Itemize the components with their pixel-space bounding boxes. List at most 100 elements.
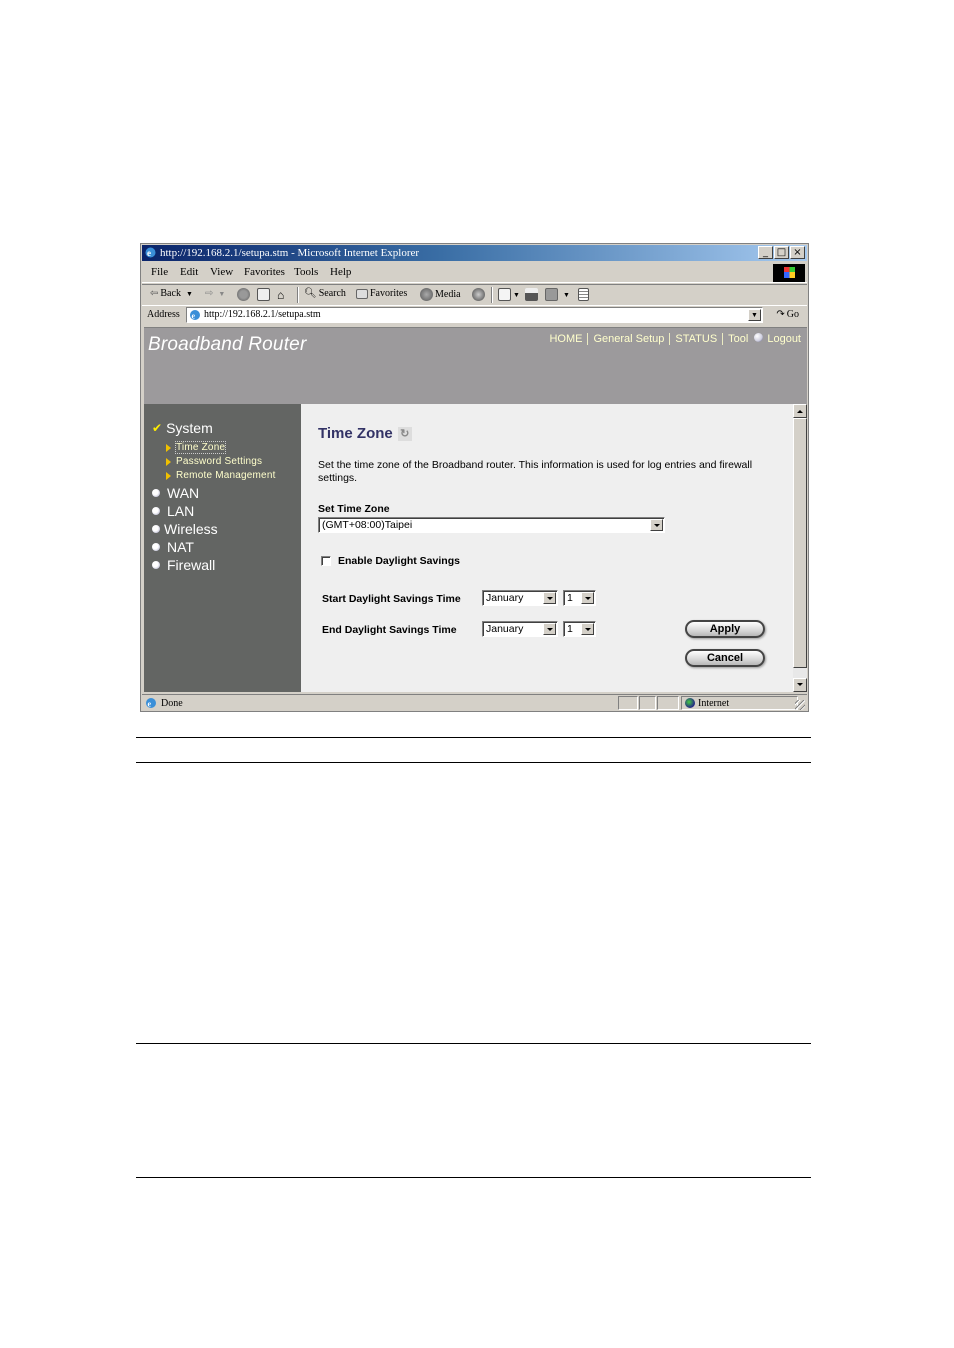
- bullet-icon: [152, 525, 160, 533]
- start-month-select[interactable]: January: [482, 590, 558, 606]
- menu-help[interactable]: Help: [330, 266, 351, 278]
- apply-button[interactable]: Apply: [685, 620, 765, 638]
- divider-line: [136, 1043, 811, 1044]
- brand-title: Broadband Router: [148, 334, 307, 355]
- menu-tools[interactable]: Tools: [294, 266, 318, 278]
- bullet-icon: [152, 489, 160, 497]
- router-header: Broadband Router HOME General Setup STAT…: [144, 328, 807, 404]
- menu-file[interactable]: File: [151, 266, 168, 278]
- ie-logo-icon: e: [145, 247, 156, 258]
- maximize-button[interactable]: □: [774, 246, 789, 259]
- bullet-icon: [152, 561, 160, 569]
- media-button[interactable]: Media: [420, 288, 461, 301]
- svg-text:e: e: [148, 700, 152, 709]
- sidebar-subitem-password-settings[interactable]: Password Settings: [166, 456, 262, 467]
- end-daylight-label: End Daylight Savings Time: [322, 624, 457, 636]
- daylight-savings-checkbox[interactable]: [321, 556, 331, 566]
- nav-logout[interactable]: Logout: [767, 333, 801, 345]
- end-day-select[interactable]: 1: [563, 621, 596, 637]
- back-button[interactable]: ⇦ Back ▼: [150, 288, 193, 299]
- page-title: Time Zone ↻: [318, 425, 412, 442]
- sidebar-item-nat[interactable]: NAT: [152, 539, 194, 555]
- home-icon: ⌂: [277, 288, 285, 302]
- history-icon: [472, 288, 485, 301]
- print-button[interactable]: [525, 288, 538, 301]
- refresh-button[interactable]: [257, 288, 270, 301]
- menu-view[interactable]: View: [210, 266, 233, 278]
- mail-button[interactable]: ▼: [498, 288, 520, 301]
- close-button[interactable]: ×: [790, 246, 805, 259]
- time-zone-label: Set Time Zone: [318, 503, 390, 515]
- time-zone-select[interactable]: (GMT+08:00)Taipei: [318, 517, 665, 533]
- dropdown-arrow-icon: ▼: [218, 289, 226, 298]
- search-button[interactable]: 🔍︎ Search: [304, 288, 346, 299]
- triangle-right-icon: [166, 443, 171, 452]
- sidebar-item-wireless[interactable]: Wireless: [152, 521, 218, 537]
- sidebar-subitem-time-zone[interactable]: Time Zone: [166, 441, 227, 454]
- minimize-button[interactable]: _: [758, 246, 773, 259]
- end-month-select[interactable]: January: [482, 621, 558, 637]
- stop-icon: [237, 288, 250, 301]
- forward-button[interactable]: ⇨ ▼: [205, 288, 225, 299]
- chevron-down-icon: [543, 592, 556, 604]
- home-button[interactable]: ⌂: [277, 288, 284, 303]
- sidebar-item-lan[interactable]: LAN: [152, 503, 194, 519]
- media-icon: [420, 288, 433, 301]
- vertical-scrollbar[interactable]: [793, 404, 807, 692]
- svg-text:e: e: [147, 248, 151, 258]
- nav-general-setup[interactable]: General Setup: [593, 333, 664, 345]
- address-value: http://192.168.2.1/setupa.stm: [204, 309, 321, 320]
- browser-window: e http://192.168.2.1/setupa.stm - Micros…: [140, 243, 809, 712]
- status-text: Done: [161, 697, 183, 709]
- edit-icon: [545, 288, 558, 301]
- discuss-button[interactable]: [578, 288, 589, 301]
- go-button[interactable]: ↷ Go: [776, 309, 799, 320]
- start-daylight-label: Start Daylight Savings Time: [322, 593, 461, 605]
- nav-home[interactable]: HOME: [549, 333, 582, 345]
- sidebar-item-system[interactable]: ✔ System: [152, 420, 213, 436]
- menu-edit[interactable]: Edit: [180, 266, 198, 278]
- windows-logo-icon: [773, 264, 805, 282]
- address-bar: Address e http://192.168.2.1/setupa.stm …: [142, 305, 807, 325]
- standard-toolbar: ⇦ Back ▼ ⇨ ▼ ⌂ 🔍︎ Search Favorites Media…: [142, 284, 807, 306]
- history-button[interactable]: [472, 288, 485, 301]
- scroll-thumb[interactable]: [793, 418, 807, 668]
- back-arrow-icon: ⇦: [150, 288, 159, 299]
- triangle-right-icon: [166, 457, 171, 466]
- page-done-icon: e: [146, 698, 156, 709]
- refresh-icon: [257, 288, 270, 301]
- dropdown-arrow-icon: ▼: [185, 289, 193, 298]
- address-dropdown-button[interactable]: ▼: [748, 309, 761, 321]
- sidebar-item-wan[interactable]: WAN: [152, 485, 199, 501]
- nav-status[interactable]: STATUS: [675, 333, 717, 345]
- status-bar: e Done Internet: [142, 694, 807, 712]
- edit-button[interactable]: ▼: [545, 288, 570, 301]
- print-icon: [525, 288, 538, 301]
- daylight-savings-toggle[interactable]: Enable Daylight Savings: [321, 555, 460, 567]
- sidebar-item-firewall[interactable]: Firewall: [152, 557, 215, 573]
- help-icon[interactable]: ↻: [397, 426, 412, 441]
- address-input[interactable]: e http://192.168.2.1/setupa.stm ▼: [186, 307, 763, 323]
- scroll-down-button[interactable]: [793, 678, 807, 692]
- chevron-down-icon: [650, 519, 663, 531]
- sidebar-subitem-remote-management[interactable]: Remote Management: [166, 470, 276, 481]
- menu-favorites[interactable]: Favorites: [244, 266, 285, 278]
- favorites-icon: [356, 288, 368, 299]
- bullet-icon: [152, 543, 160, 551]
- resize-grip[interactable]: [795, 700, 805, 710]
- stop-button[interactable]: [237, 288, 250, 301]
- svg-text:e: e: [192, 312, 196, 321]
- scroll-up-button[interactable]: [793, 404, 807, 418]
- favorites-button[interactable]: Favorites: [356, 288, 407, 299]
- search-icon: 🔍︎: [304, 288, 317, 299]
- chevron-down-icon: [581, 623, 594, 635]
- nav-tool[interactable]: Tool: [728, 333, 748, 345]
- triangle-right-icon: [166, 471, 171, 480]
- checkmark-icon: ✔: [152, 421, 163, 435]
- dropdown-arrow-icon: ▼: [563, 290, 570, 299]
- start-day-select[interactable]: 1: [563, 590, 596, 606]
- main-content: Time Zone ↻ Set the time zone of the Bro…: [301, 404, 793, 692]
- security-zone: Internet: [681, 696, 798, 710]
- cancel-button[interactable]: Cancel: [685, 649, 765, 667]
- divider-line: [136, 762, 811, 763]
